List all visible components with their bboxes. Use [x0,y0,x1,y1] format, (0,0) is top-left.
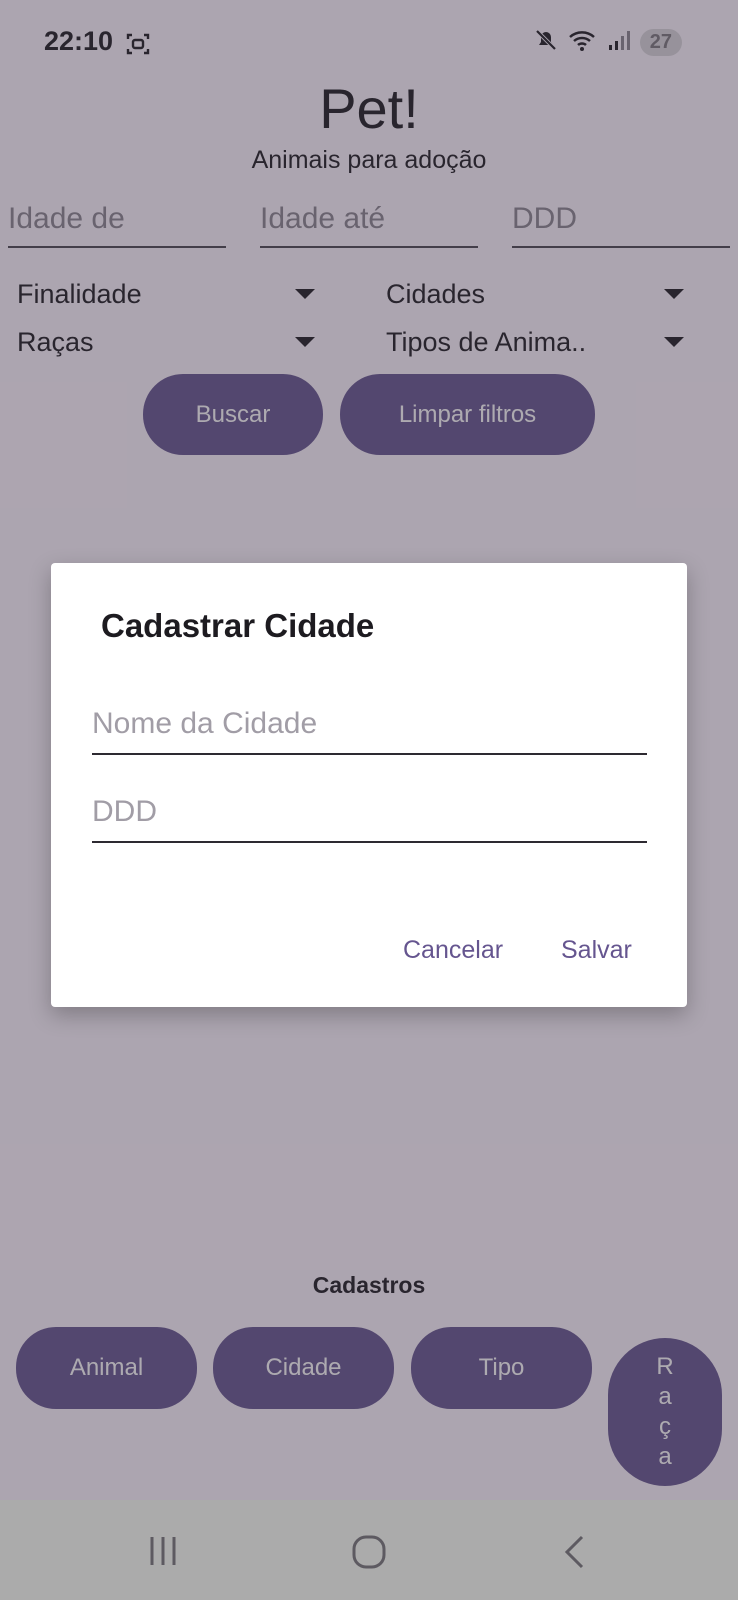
nome-cidade-input[interactable] [92,707,647,741]
system-nav-bar [0,1500,738,1600]
recent-apps-icon[interactable] [146,1534,180,1573]
ddd-field[interactable] [92,795,647,843]
cancelar-button[interactable]: Cancelar [403,936,503,965]
home-icon[interactable] [351,1534,387,1575]
dialog-title: Cadastrar Cidade [101,607,375,644]
ddd-input[interactable] [92,795,647,829]
salvar-button[interactable]: Salvar [561,936,632,965]
back-icon[interactable] [562,1534,588,1575]
cadastrar-cidade-dialog: Cadastrar Cidade Cancelar Salvar [51,563,687,1007]
nome-cidade-field[interactable] [92,707,647,755]
